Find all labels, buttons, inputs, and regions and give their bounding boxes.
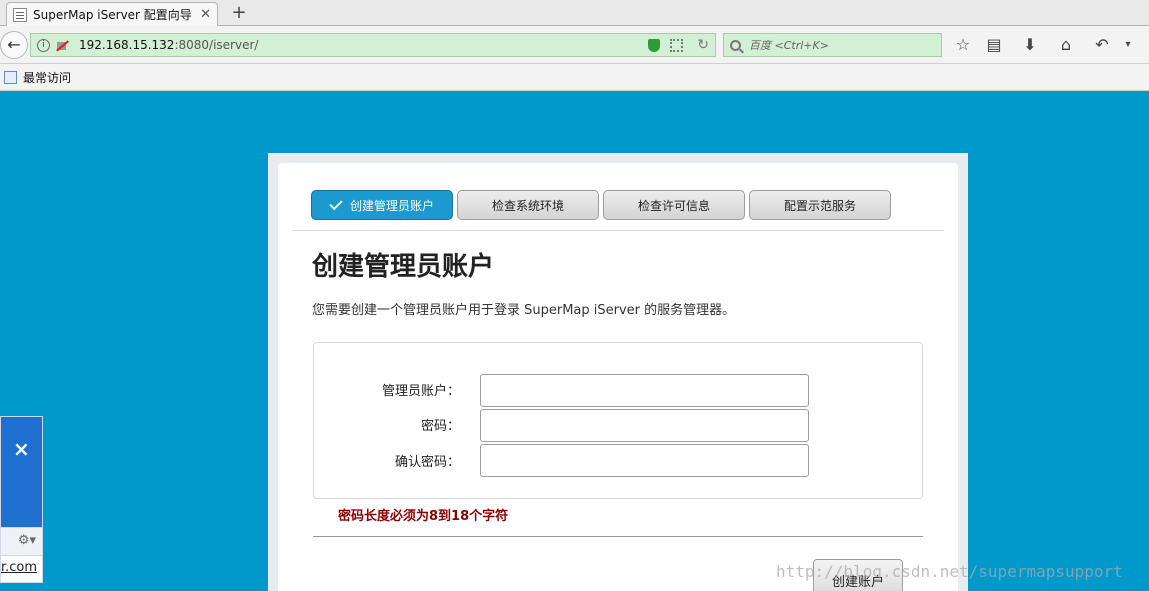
navigation-bar: ← i 192.168.15.132:8080/iserver/ ↻ 百度 <C…	[0, 26, 1149, 64]
page-description: 您需要创建一个管理员账户用于登录 SuperMap iServer 的服务管理器…	[312, 303, 736, 318]
bookmarks-bar: 最常访问	[0, 64, 1149, 91]
search-icon	[730, 39, 741, 51]
step-label: 创建管理员账户	[349, 198, 434, 213]
confirm-password-input[interactable]	[480, 444, 809, 477]
bookmark-folder-icon	[4, 70, 17, 84]
password-label: 密码：	[420, 419, 460, 434]
confirm-password-label: 确认密码：	[394, 455, 460, 470]
qr-code-icon[interactable]	[670, 38, 684, 52]
step-check-license[interactable]: 检查许可信息	[603, 190, 745, 220]
tab-strip: SuperMap iServer 配置向导 ✕ +	[0, 0, 1149, 26]
page-title: 创建管理员账户	[312, 252, 495, 282]
close-icon[interactable]: ×	[13, 437, 30, 461]
step-label: 配置示范服务	[783, 198, 856, 213]
step-label: 检查许可信息	[637, 198, 710, 213]
step-label: 检查系统环境	[491, 198, 564, 213]
page-favicon-icon	[13, 7, 27, 22]
step-configure-demo-services[interactable]: 配置示范服务	[749, 190, 891, 220]
url-path: :8080/iserver/	[174, 38, 259, 52]
check-icon	[329, 196, 343, 211]
reading-list-icon[interactable]: ▤	[984, 35, 1004, 55]
shield-icon[interactable]	[648, 38, 661, 52]
search-bar[interactable]: 百度 <Ctrl+K>	[723, 33, 942, 57]
side-panel-link[interactable]: r.com	[0, 556, 43, 583]
password-input[interactable]	[480, 409, 809, 442]
search-placeholder: 百度 <Ctrl+K>	[749, 39, 829, 52]
menu-dropdown-icon[interactable]: ▾	[1118, 35, 1138, 55]
tab-close-icon[interactable]: ✕	[200, 7, 211, 22]
header-divider	[292, 230, 944, 231]
download-icon[interactable]: ⬇	[1020, 35, 1040, 55]
new-tab-button[interactable]: +	[228, 2, 250, 24]
watermark: http://blog.csdn.net/supermapsupport	[776, 562, 1123, 581]
form-footer-divider	[313, 536, 923, 537]
browser-tab[interactable]: SuperMap iServer 配置向导 ✕	[6, 2, 218, 26]
bookmark-most-visited[interactable]: 最常访问	[23, 69, 71, 86]
side-popup-panel: ×	[0, 416, 43, 528]
bookmark-star-icon[interactable]: ☆	[953, 35, 973, 55]
url-host: 192.168.15.132	[79, 38, 175, 52]
undo-icon[interactable]: ↶	[1092, 35, 1112, 55]
gear-icon[interactable]: ⚙▾	[0, 528, 43, 556]
back-button[interactable]: ←	[0, 31, 28, 59]
admin-account-input[interactable]	[480, 374, 809, 407]
site-info-icon[interactable]: i	[37, 38, 50, 52]
home-icon[interactable]: ⌂	[1056, 35, 1076, 55]
step-create-admin[interactable]: 创建管理员账户	[311, 190, 453, 220]
admin-account-label: 管理员账户：	[381, 384, 460, 399]
password-error-message: 密码长度必须为8到18个字符	[338, 509, 509, 524]
tab-title: SuperMap iServer 配置向导	[33, 8, 192, 22]
reload-icon[interactable]: ↻	[697, 37, 709, 53]
step-check-environment[interactable]: 检查系统环境	[457, 190, 599, 220]
insecure-connection-icon	[55, 39, 69, 51]
address-bar[interactable]: i 192.168.15.132:8080/iserver/ ↻	[30, 33, 716, 57]
